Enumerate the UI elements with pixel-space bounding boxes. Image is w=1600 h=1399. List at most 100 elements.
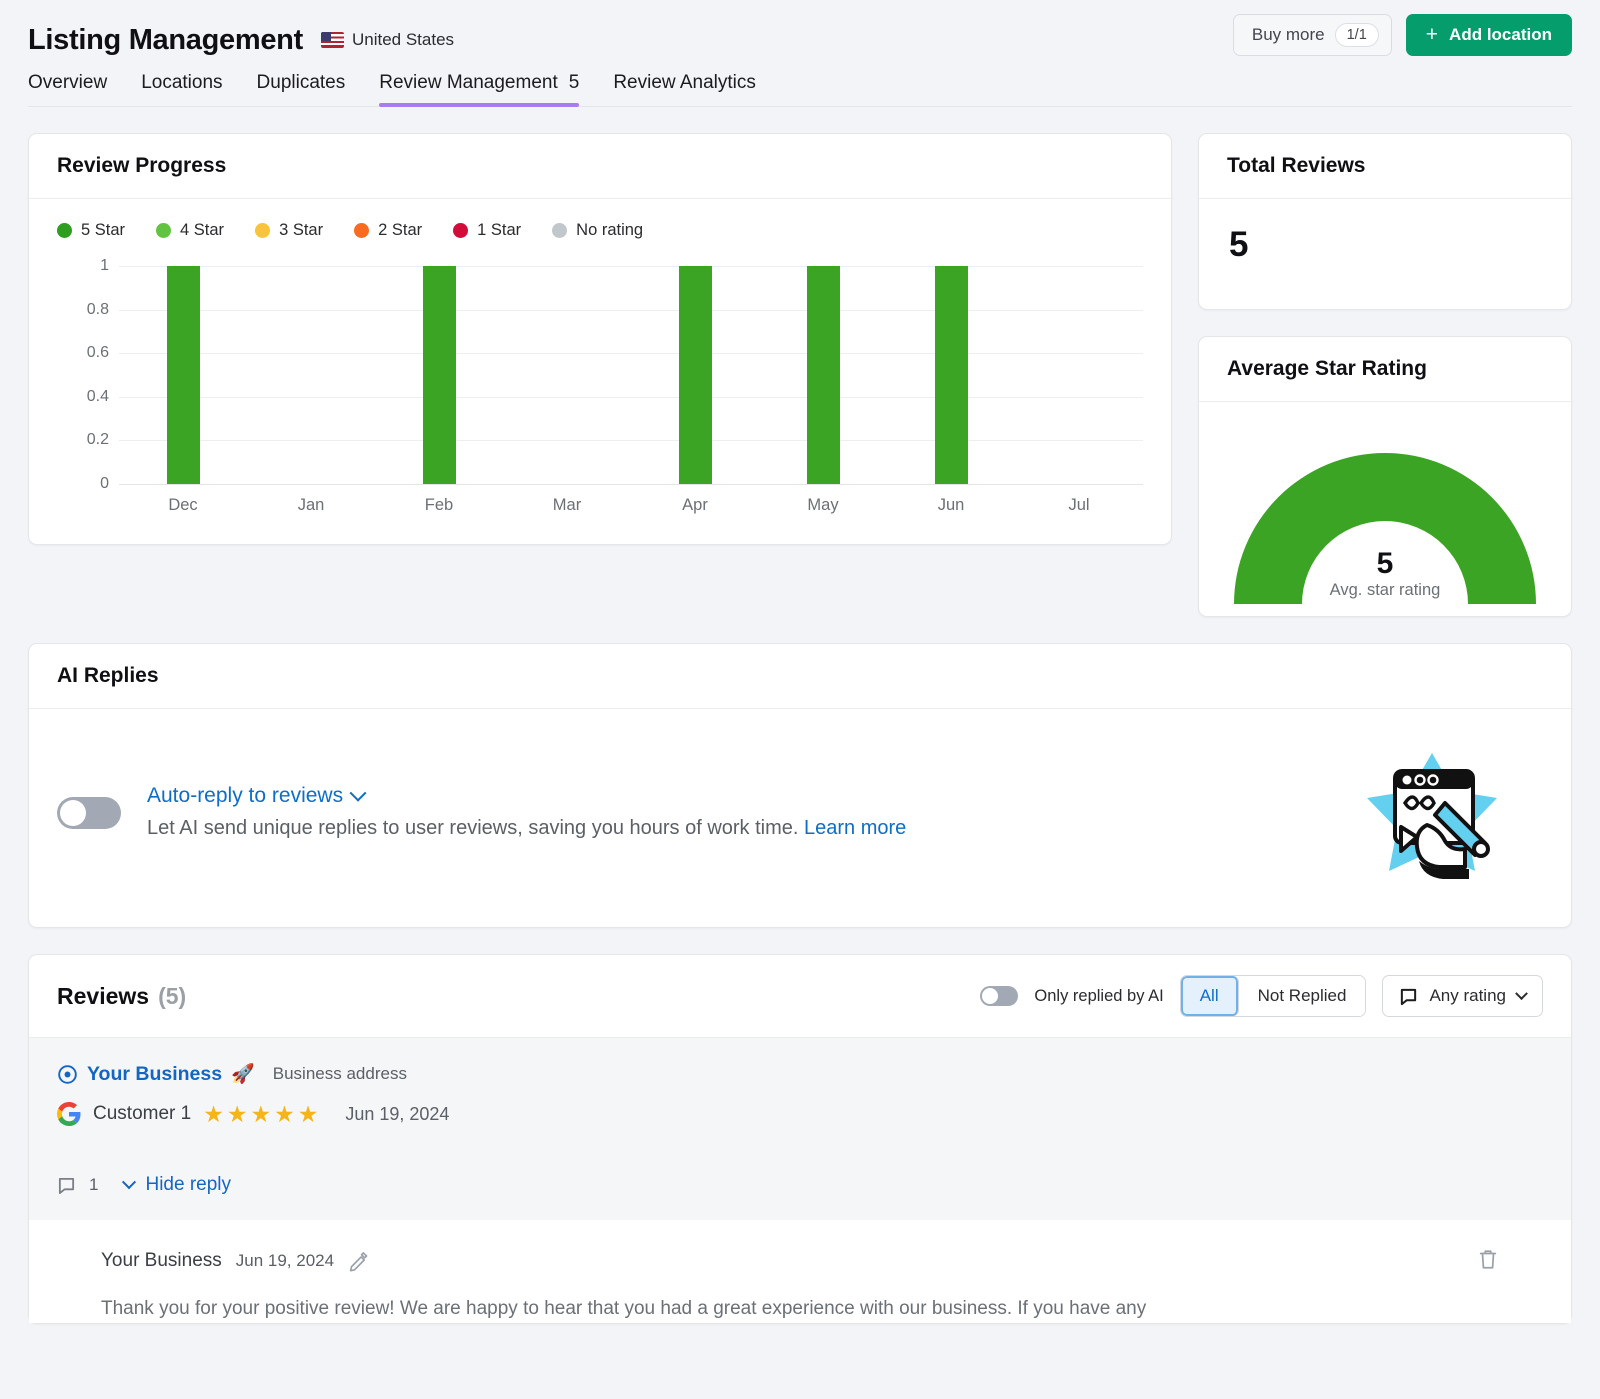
page-title: Listing Management <box>28 24 303 57</box>
legend-item-5-star[interactable]: 5 Star <box>57 221 125 240</box>
tab-duplicates[interactable]: Duplicates <box>240 72 363 106</box>
review-business-name[interactable]: Your Business <box>87 1063 222 1086</box>
rocket-emoji-icon: 🚀 <box>231 1062 255 1086</box>
auto-reply-dropdown[interactable]: Auto-reply to reviews <box>147 784 1357 808</box>
legend-color-dot <box>552 223 567 238</box>
auto-reply-label: Auto-reply to reviews <box>147 784 343 808</box>
review-progress-chart: 5 Star4 Star3 Star2 Star1 StarNo rating … <box>29 199 1171 544</box>
reviews-header: Reviews (5) Only replied by AI AllNot Re… <box>29 955 1571 1038</box>
star-icon: ★ <box>227 1103 249 1126</box>
y-axis-tick: 0 <box>100 475 109 493</box>
reply-status-segmented-control: AllNot Replied <box>1180 975 1367 1017</box>
bar-slot <box>759 266 887 484</box>
legend-item-1-star[interactable]: 1 Star <box>453 221 521 240</box>
bar-slot <box>887 266 1015 484</box>
buy-more-button[interactable]: Buy more 1/1 <box>1233 14 1392 56</box>
auto-reply-toggle[interactable] <box>57 797 121 829</box>
rating-filter-dropdown[interactable]: Any rating <box>1382 975 1543 1017</box>
legend-color-dot <box>354 223 369 238</box>
tab-label: Review Analytics <box>613 72 756 94</box>
add-location-label: Add location <box>1449 25 1552 45</box>
legend-item-no-rating[interactable]: No rating <box>552 221 643 240</box>
review-customer-name: Customer 1 <box>93 1103 191 1125</box>
star-icon: ★ <box>274 1103 296 1126</box>
legend-color-dot <box>453 223 468 238</box>
chevron-down-icon <box>122 1175 136 1189</box>
gauge-chart: 5 Avg. star rating <box>1212 428 1558 604</box>
x-axis-tick: Feb <box>375 496 503 515</box>
gauge-body: 5 Avg. star rating <box>1199 402 1571 616</box>
total-reviews-title: Total Reviews <box>1199 134 1571 199</box>
tab-label: Duplicates <box>257 72 346 94</box>
review-progress-card: Review Progress 5 Star4 Star3 Star2 Star… <box>28 133 1172 545</box>
star-icon: ★ <box>203 1103 225 1126</box>
buy-more-label: Buy more <box>1252 25 1325 45</box>
bar-may[interactable] <box>807 266 840 484</box>
x-axis-tick: Dec <box>119 496 247 515</box>
delete-reply-button[interactable] <box>1477 1248 1499 1270</box>
x-axis-tick: Apr <box>631 496 759 515</box>
plus-icon: + <box>1426 24 1438 45</box>
y-axis-tick: 0.8 <box>87 301 109 319</box>
x-axis-tick: Jul <box>1015 496 1143 515</box>
edit-reply-button[interactable] <box>348 1251 369 1272</box>
legend-color-dot <box>156 223 171 238</box>
toggle-knob <box>60 800 86 826</box>
legend-item-3-star[interactable]: 3 Star <box>255 221 323 240</box>
ai-replies-description: Let AI send unique replies to user revie… <box>147 815 1357 842</box>
reply-text: Thank you for your positive review! We a… <box>101 1294 1401 1323</box>
review-business-address: Business address <box>273 1064 407 1084</box>
bar-slot <box>503 266 631 484</box>
y-axis-tick: 0.4 <box>87 388 109 406</box>
filter-not-replied[interactable]: Not Replied <box>1239 976 1366 1016</box>
average-star-rating-card: Average Star Rating 5 Avg. star rating <box>1198 336 1572 617</box>
tab-locations[interactable]: Locations <box>124 72 239 106</box>
tab-overview[interactable]: Overview <box>28 72 124 106</box>
x-axis-labels: DecJanFebMarAprMayJunJul <box>119 496 1143 515</box>
only-replied-by-ai-toggle[interactable] <box>980 986 1018 1006</box>
legend-label: 1 Star <box>477 221 521 240</box>
page-header: Listing Management United States Buy mor… <box>0 0 1600 107</box>
bar-dec[interactable] <box>167 266 200 484</box>
tab-review-analytics[interactable]: Review Analytics <box>596 72 773 106</box>
ai-replies-text: Auto-reply to reviews Let AI send unique… <box>147 784 1357 842</box>
legend-label: No rating <box>576 221 643 240</box>
tab-review-management[interactable]: Review Management5 <box>362 72 596 106</box>
chart-plot-area: 10.80.60.40.20 DecJanFebMarAprMayJunJul <box>57 266 1143 526</box>
tab-label: Locations <box>141 72 222 94</box>
bar-apr[interactable] <box>679 266 712 484</box>
learn-more-link[interactable]: Learn more <box>804 817 906 839</box>
legend-item-2-star[interactable]: 2 Star <box>354 221 422 240</box>
bar-slot <box>1015 266 1143 484</box>
bar-slot <box>247 266 375 484</box>
review-customer-row: Customer 1 ★★★★★ Jun 19, 2024 <box>57 1102 1543 1126</box>
country-label: United States <box>352 30 454 50</box>
hide-reply-label: Hide reply <box>145 1174 231 1196</box>
country-indicator: United States <box>321 30 454 50</box>
legend-color-dot <box>255 223 270 238</box>
bar-slot <box>119 266 247 484</box>
hide-reply-button[interactable]: Hide reply <box>124 1174 231 1196</box>
trash-icon <box>1477 1248 1499 1270</box>
bar-feb[interactable] <box>423 266 456 484</box>
bar-jun[interactable] <box>935 266 968 484</box>
legend-color-dot <box>57 223 72 238</box>
review-business-row: Your Business 🚀 Business address <box>57 1062 1543 1086</box>
reviews-toolbar: Only replied by AI AllNot Replied Any ra… <box>980 975 1543 1017</box>
bar-slot <box>375 266 503 484</box>
add-location-button[interactable]: + Add location <box>1406 14 1572 56</box>
tab-bar: Overview Locations Duplicates Review Manage… <box>28 72 1572 107</box>
x-axis-tick: Jun <box>887 496 1015 515</box>
ai-replies-illustration-icon <box>1357 743 1507 883</box>
filter-all[interactable]: All <box>1181 976 1239 1016</box>
legend-item-4-star[interactable]: 4 Star <box>156 221 224 240</box>
stats-column: Total Reviews 5 Average Star Rating 5 Av… <box>1198 133 1572 617</box>
toggle-knob <box>982 988 998 1004</box>
legend-label: 5 Star <box>81 221 125 240</box>
bar-slot <box>631 266 759 484</box>
gridline <box>119 484 1143 485</box>
x-axis-tick: Mar <box>503 496 631 515</box>
tab-label: Overview <box>28 72 107 94</box>
star-icon: ★ <box>250 1103 272 1126</box>
legend-label: 3 Star <box>279 221 323 240</box>
